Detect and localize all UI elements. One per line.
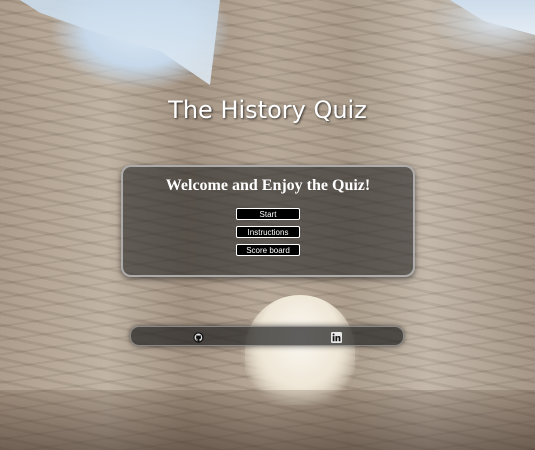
linkedin-icon[interactable] [331,330,342,343]
footer-bar [130,326,404,346]
ground-shadow [0,390,535,450]
welcome-heading: Welcome and Enjoy the Quiz! [165,177,371,194]
github-icon[interactable] [193,330,204,343]
page-title: The History Quiz [168,96,367,124]
instructions-button[interactable]: Instructions [236,226,300,238]
start-button[interactable]: Start [236,208,300,220]
scoreboard-button[interactable]: Score board [236,244,300,256]
arch-opening [245,295,355,405]
welcome-panel: Welcome and Enjoy the Quiz! Start Instru… [121,165,415,277]
